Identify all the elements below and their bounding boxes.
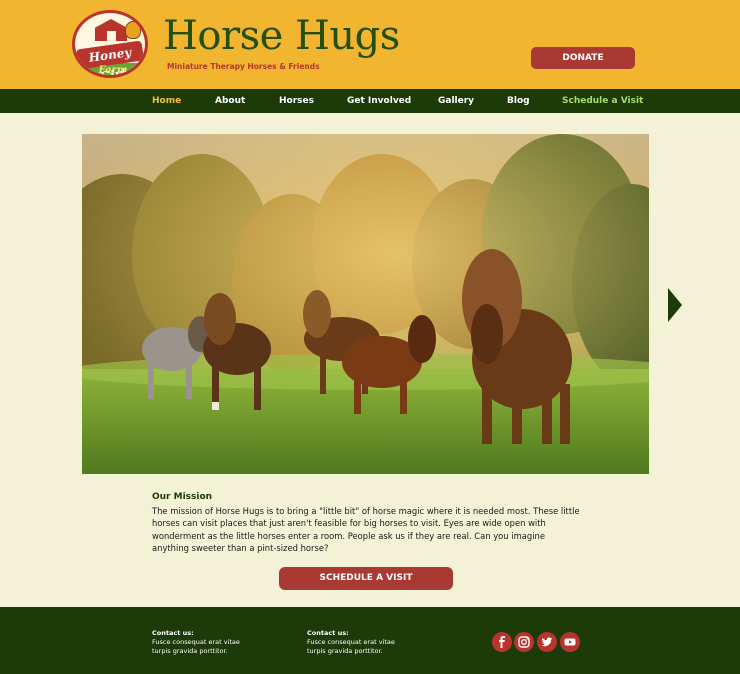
nav-item-home[interactable]: Home (152, 89, 181, 113)
nav-item-gallery[interactable]: Gallery (438, 89, 474, 113)
contact-line: turpis gravida porttitor. (307, 647, 383, 655)
main-nav: Home About Horses Get Involved Gallery B… (0, 89, 740, 113)
contact-line: Fusce consequat erat vitae (152, 638, 240, 646)
brand-tagline: Miniature Therapy Horses & Friends (167, 62, 320, 71)
footer-contact-1: Contact us: Fusce consequat erat vitae t… (152, 629, 240, 656)
mission-text: The mission of Horse Hugs is to bring a … (152, 506, 580, 554)
donate-button[interactable]: DONATE (531, 47, 635, 69)
contact-title: Contact us: (307, 629, 349, 637)
footer-contact-2: Contact us: Fusce consequat erat vitae t… (307, 629, 395, 656)
beehive-icon (125, 21, 141, 39)
twitter-icon[interactable] (537, 632, 557, 652)
hero-illustration (82, 134, 649, 474)
youtube-icon[interactable] (560, 632, 580, 652)
brand-title[interactable]: Horse Hugs (163, 10, 400, 62)
nav-item-horses[interactable]: Horses (279, 89, 314, 113)
chevron-right-icon[interactable] (665, 288, 685, 322)
site-header: Honey Girl Farm Horse Hugs Miniature The… (0, 0, 740, 89)
contact-line: turpis gravida porttitor. (152, 647, 228, 655)
contact-title: Contact us: (152, 629, 194, 637)
contact-line: Fusce consequat erat vitae (307, 638, 395, 646)
mission-title: Our Mission (152, 492, 213, 502)
schedule-visit-button[interactable]: SCHEDULE A VISIT (279, 567, 453, 590)
nav-item-blog[interactable]: Blog (507, 89, 530, 113)
nav-item-about[interactable]: About (215, 89, 245, 113)
logo-farm-text: Farm (98, 65, 128, 76)
hero-image-miniature-horses (82, 134, 649, 474)
nav-item-get-involved[interactable]: Get Involved (347, 89, 411, 113)
instagram-icon[interactable] (514, 632, 534, 652)
facebook-icon[interactable] (492, 632, 512, 652)
nav-item-schedule-visit[interactable]: Schedule a Visit (562, 89, 643, 113)
barn-door (107, 31, 116, 41)
honey-girl-farm-logo[interactable]: Honey Girl Farm (72, 10, 148, 78)
